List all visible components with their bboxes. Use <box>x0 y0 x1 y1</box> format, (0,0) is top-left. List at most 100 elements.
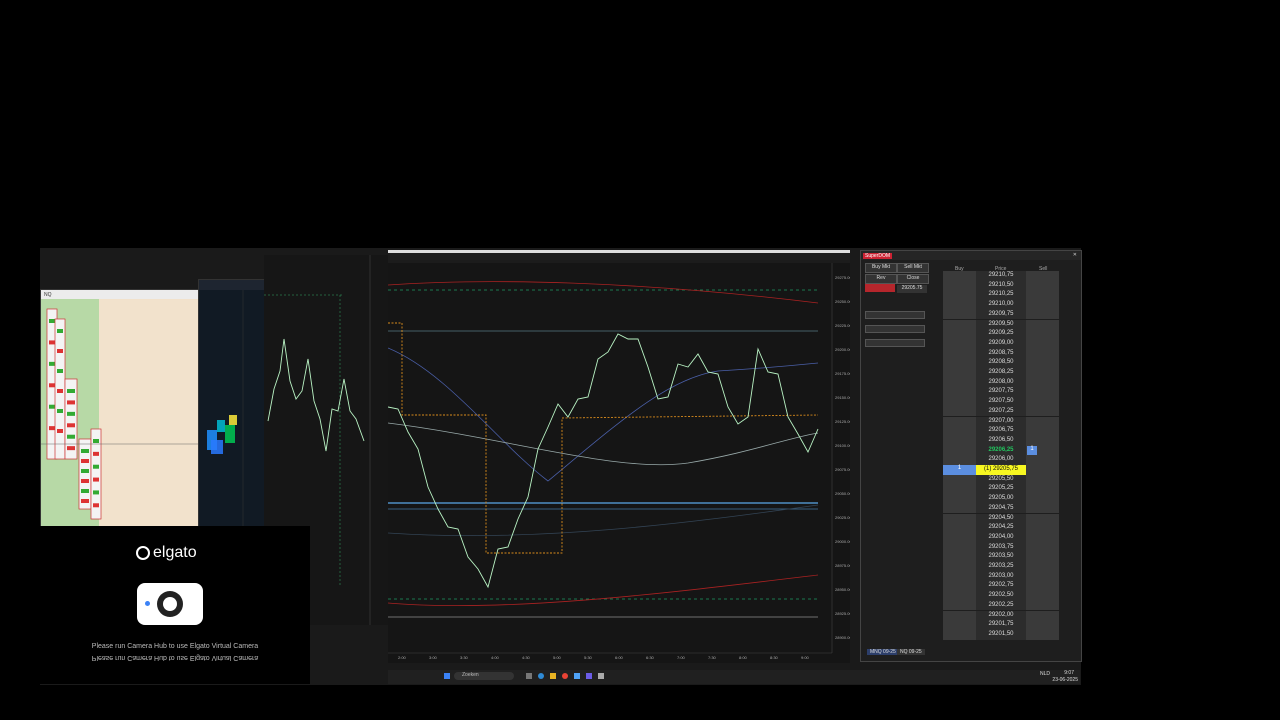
sell-cell[interactable] <box>1026 416 1059 427</box>
sell-cell[interactable] <box>1026 280 1059 291</box>
sell-cell[interactable] <box>1026 271 1059 281</box>
sell-cell[interactable] <box>1026 426 1059 436</box>
reverse-button[interactable]: Rev <box>865 274 897 284</box>
clock-time[interactable]: 9:07 <box>1064 670 1074 676</box>
ladder-row[interactable]: 29204,75 <box>943 503 1059 514</box>
tab-nq[interactable]: NQ 09-25 <box>897 649 925 655</box>
start-icon[interactable] <box>444 673 450 679</box>
buy-cell[interactable] <box>943 542 976 553</box>
buy-cell[interactable] <box>943 532 976 543</box>
search-input[interactable]: Zoeken <box>454 672 514 680</box>
sell-cell[interactable] <box>1026 562 1059 572</box>
buy-cell[interactable] <box>943 629 976 640</box>
sell-cell[interactable] <box>1026 387 1059 398</box>
ladder-row[interactable]: 29208,00 <box>943 377 1059 388</box>
sell-cell[interactable] <box>1026 600 1059 611</box>
ladder-row[interactable]: 29203,25 <box>943 562 1059 572</box>
atm-strategy-select[interactable] <box>865 339 925 347</box>
sell-cell[interactable] <box>1026 397 1059 407</box>
ladder-row[interactable]: 29205,25 <box>943 484 1059 495</box>
sell-cell[interactable] <box>1026 494 1059 504</box>
ladder-row[interactable]: 29208,25 <box>943 368 1059 378</box>
buy-cell[interactable] <box>943 474 976 485</box>
sell-cell[interactable] <box>1026 474 1059 485</box>
buy-cell[interactable] <box>943 503 976 514</box>
ladder-row[interactable]: 29207,25 <box>943 406 1059 417</box>
sell-cell[interactable] <box>1026 338 1059 349</box>
ladder-row[interactable]: 29203,00 <box>943 571 1059 582</box>
sell-cell[interactable] <box>1026 629 1059 640</box>
sell-cell[interactable] <box>1026 610 1059 621</box>
buy-cell[interactable] <box>943 348 976 359</box>
ladder-row[interactable]: 29208,75 <box>943 348 1059 359</box>
buy-cell[interactable] <box>943 552 976 562</box>
account-select[interactable] <box>865 325 925 333</box>
buy-cell[interactable] <box>943 397 976 407</box>
sell-cell[interactable] <box>1026 581 1059 592</box>
ladder-row[interactable]: 29208,50 <box>943 358 1059 368</box>
buy-cell[interactable] <box>943 329 976 339</box>
buy-cell[interactable] <box>943 290 976 301</box>
instrument-select[interactable] <box>865 311 925 319</box>
buy-cell[interactable] <box>943 445 976 456</box>
sell-cell[interactable] <box>1026 358 1059 368</box>
buy-cell[interactable] <box>943 368 976 378</box>
buy-cell[interactable] <box>943 581 976 592</box>
ladder-row[interactable]: 29210,00 <box>943 300 1059 310</box>
chrome-icon[interactable] <box>562 673 568 679</box>
ladder-row[interactable]: 29207,75 <box>943 387 1059 398</box>
buy-cell[interactable] <box>943 523 976 533</box>
teams-icon[interactable] <box>586 673 592 679</box>
sell-cell[interactable] <box>1026 484 1059 495</box>
language-indicator[interactable]: NLD <box>1040 671 1050 677</box>
close-icon[interactable]: ✕ <box>1073 252 1077 258</box>
sell-cell[interactable] <box>1026 513 1059 524</box>
buy-cell[interactable] <box>943 426 976 436</box>
ladder-row[interactable]: 29209,25 <box>943 329 1059 339</box>
sell-cell[interactable] <box>1026 435 1059 446</box>
ladder-row[interactable]: 29202,00 <box>943 610 1059 621</box>
buy-cell[interactable] <box>943 280 976 291</box>
close-position-button[interactable]: Close <box>897 274 929 284</box>
buy-cell[interactable]: 1 <box>943 465 976 475</box>
ladder-row[interactable]: 29206,50 <box>943 435 1059 446</box>
sell-market-button[interactable]: Sell Mkt <box>897 263 929 273</box>
sell-cell[interactable]: 1 <box>1026 445 1059 456</box>
sell-cell[interactable] <box>1026 290 1059 301</box>
sell-cell[interactable] <box>1026 348 1059 359</box>
ladder-row[interactable]: 29207,00 <box>943 416 1059 427</box>
buy-cell[interactable] <box>943 319 976 330</box>
tab-mnq[interactable]: MNQ 09-25 <box>867 649 899 655</box>
ladder-row[interactable]: 29204,25 <box>943 523 1059 533</box>
buy-cell[interactable] <box>943 377 976 388</box>
sell-cell[interactable] <box>1026 455 1059 465</box>
buy-cell[interactable] <box>943 494 976 504</box>
buy-cell[interactable] <box>943 600 976 611</box>
sell-cell[interactable] <box>1026 465 1059 475</box>
buy-market-button[interactable]: Buy Mkt <box>865 263 897 273</box>
sell-cell[interactable] <box>1026 532 1059 543</box>
buy-cell[interactable] <box>943 513 976 524</box>
sell-cell[interactable] <box>1026 319 1059 330</box>
sell-cell[interactable] <box>1026 309 1059 320</box>
ladder-row[interactable]: 29210,50 <box>943 280 1059 291</box>
ladder-row[interactable]: 29204,50 <box>943 513 1059 524</box>
mail-icon[interactable] <box>574 673 580 679</box>
buy-cell[interactable] <box>943 435 976 446</box>
ladder-row[interactable]: 29202,75 <box>943 581 1059 592</box>
buy-cell[interactable] <box>943 406 976 417</box>
sell-cell[interactable] <box>1026 368 1059 378</box>
sell-cell[interactable] <box>1026 542 1059 553</box>
ladder-row[interactable]: 29206,75 <box>943 426 1059 436</box>
ladder-row[interactable]: 29207,50 <box>943 397 1059 407</box>
sell-cell[interactable] <box>1026 406 1059 417</box>
ladder-row[interactable]: 29209,50 <box>943 319 1059 330</box>
ladder-row[interactable]: 29209,00 <box>943 338 1059 349</box>
buy-cell[interactable] <box>943 571 976 582</box>
sell-order-quantity[interactable]: 1 <box>1027 445 1037 455</box>
sell-cell[interactable] <box>1026 523 1059 533</box>
buy-cell[interactable] <box>943 309 976 320</box>
buy-cell[interactable] <box>943 455 976 465</box>
buy-cell[interactable] <box>943 484 976 495</box>
sell-cell[interactable] <box>1026 552 1059 562</box>
